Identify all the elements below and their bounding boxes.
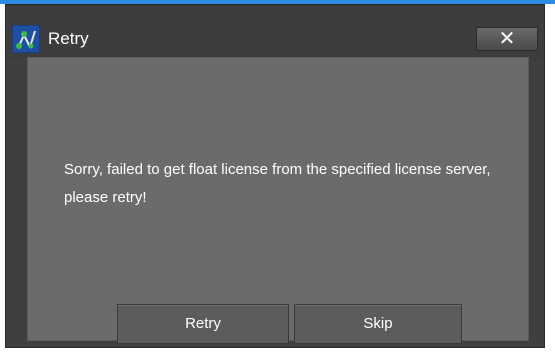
title-bar[interactable]: Retry ✕: [6, 5, 544, 61]
close-button[interactable]: ✕: [476, 27, 538, 51]
window-title: Retry: [48, 29, 89, 48]
dialog-body: Sorry, failed to get float license from …: [27, 57, 529, 344]
retry-button[interactable]: Retry: [117, 304, 289, 344]
error-message: Sorry, failed to get float license from …: [64, 161, 491, 206]
app-logo-icon: [11, 24, 41, 54]
close-icon: ✕: [498, 26, 516, 50]
retry-dialog-window: Retry ✕ Sorry, failed to get float licen…: [5, 4, 545, 348]
skip-button[interactable]: Skip: [294, 304, 462, 344]
